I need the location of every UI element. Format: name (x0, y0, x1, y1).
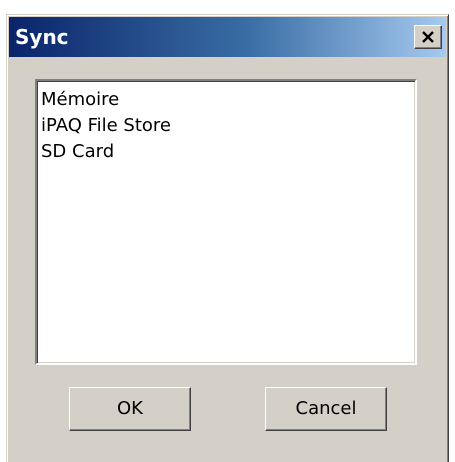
list-item-memoire[interactable]: Mémoire (41, 87, 415, 113)
storage-listbox[interactable]: Mémoire iPAQ File Store SD Card (35, 79, 417, 365)
list-item-sd-card[interactable]: SD Card (41, 139, 415, 165)
ok-button[interactable]: OK (69, 387, 191, 431)
close-button[interactable] (414, 25, 442, 49)
title-bar[interactable]: Sync (9, 17, 446, 57)
close-icon (422, 31, 434, 43)
dialog-title: Sync (15, 25, 69, 49)
list-item-ipaq-file-store[interactable]: iPAQ File Store (41, 113, 415, 139)
cancel-button[interactable]: Cancel (265, 387, 387, 431)
sync-dialog: Sync Mémoire iPAQ File Store SD Card OK … (6, 14, 449, 462)
